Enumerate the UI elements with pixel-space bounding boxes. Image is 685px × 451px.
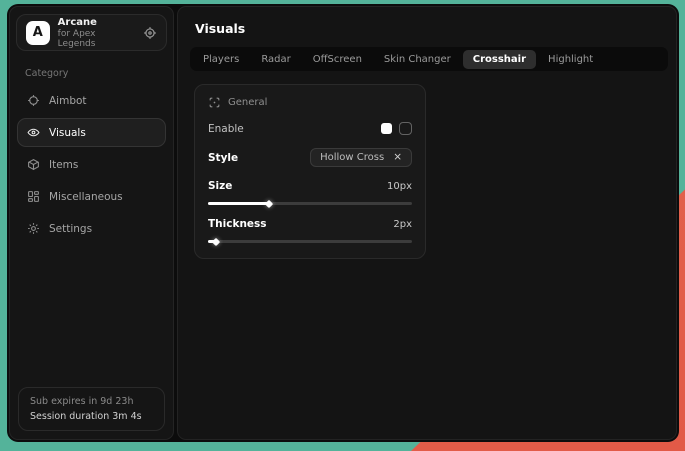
crosshair-icon xyxy=(27,94,40,107)
sidebar-item-label: Visuals xyxy=(49,127,86,139)
sidebar: A Arcane for Apex Legends Category xyxy=(9,6,174,440)
enable-checkbox[interactable] xyxy=(399,122,412,135)
thickness-label: Thickness xyxy=(208,218,267,230)
tab-bar: Players Radar OffScreen Skin Changer Cro… xyxy=(190,47,668,71)
subscription-info-box: Sub expires in 9d 23h Session duration 3… xyxy=(18,387,165,431)
sidebar-item-label: Miscellaneous xyxy=(49,191,123,203)
thickness-value: 2px xyxy=(393,219,412,230)
style-value-chip[interactable]: Hollow Cross × xyxy=(310,148,412,167)
sidebar-item-settings[interactable]: Settings xyxy=(17,214,166,243)
cube-icon xyxy=(27,158,40,171)
tab-players[interactable]: Players xyxy=(193,50,249,69)
thickness-slider-thumb[interactable] xyxy=(212,237,220,245)
panel-title: General xyxy=(228,97,267,108)
sub-expires-text: Sub expires in 9d 23h xyxy=(30,396,153,407)
sidebar-item-label: Settings xyxy=(49,223,92,235)
app-header-card: A Arcane for Apex Legends xyxy=(16,14,167,51)
sidebar-item-visuals[interactable]: Visuals xyxy=(17,118,166,147)
sidebar-item-items[interactable]: Items xyxy=(17,150,166,179)
app-window: A Arcane for Apex Legends Category xyxy=(7,4,679,442)
layout-icon xyxy=(27,190,40,203)
thickness-slider[interactable] xyxy=(208,240,412,243)
tab-radar[interactable]: Radar xyxy=(251,50,300,69)
tab-offscreen[interactable]: OffScreen xyxy=(303,50,372,69)
enable-controls xyxy=(381,122,412,135)
enable-label: Enable xyxy=(208,123,244,135)
scan-icon xyxy=(208,96,221,109)
page-title: Visuals xyxy=(195,21,668,36)
eye-icon xyxy=(27,126,40,139)
tab-crosshair[interactable]: Crosshair xyxy=(463,50,536,69)
thickness-row: Thickness 2px xyxy=(208,218,412,230)
style-row: Style Hollow Cross × xyxy=(208,148,412,167)
session-duration-text: Session duration 3m 4s xyxy=(30,411,153,422)
app-title-block: Arcane for Apex Legends xyxy=(58,17,135,49)
size-value: 10px xyxy=(387,181,412,192)
general-settings-panel: General Enable Style Hollow Cross × Size… xyxy=(194,84,426,259)
category-label: Category xyxy=(25,68,158,79)
size-slider-fill xyxy=(208,202,269,205)
size-slider-thumb[interactable] xyxy=(265,199,273,207)
sidebar-item-label: Aimbot xyxy=(49,95,87,107)
target-icon xyxy=(143,26,157,40)
sidebar-item-miscellaneous[interactable]: Miscellaneous xyxy=(17,182,166,211)
sidebar-nav: Aimbot Visuals Items xyxy=(10,86,173,243)
size-label: Size xyxy=(208,180,232,192)
enable-row: Enable xyxy=(208,122,412,135)
size-row: Size 10px xyxy=(208,180,412,192)
sidebar-item-label: Items xyxy=(49,159,78,171)
style-value: Hollow Cross xyxy=(320,152,384,163)
style-label: Style xyxy=(208,152,238,164)
size-slider[interactable] xyxy=(208,202,412,205)
app-logo: A xyxy=(26,21,50,45)
panel-header: General xyxy=(208,96,412,109)
color-swatch[interactable] xyxy=(381,123,392,134)
tab-skin-changer[interactable]: Skin Changer xyxy=(374,50,461,69)
tab-highlight[interactable]: Highlight xyxy=(538,50,603,69)
gear-icon xyxy=(27,222,40,235)
app-name: Arcane xyxy=(58,17,135,28)
sidebar-item-aimbot[interactable]: Aimbot xyxy=(17,86,166,115)
clear-style-icon[interactable]: × xyxy=(393,152,402,163)
main-panel: Visuals Players Radar OffScreen Skin Cha… xyxy=(177,6,677,440)
app-subtitle: for Apex Legends xyxy=(58,29,135,49)
